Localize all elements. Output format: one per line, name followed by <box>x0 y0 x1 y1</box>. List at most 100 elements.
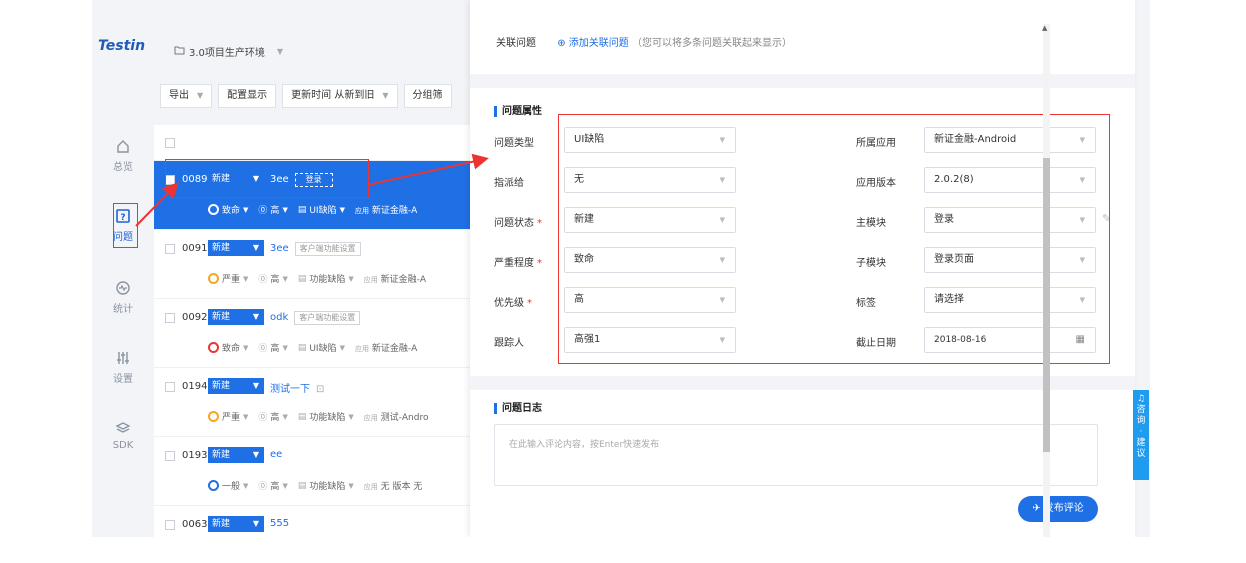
issue-title[interactable]: 测试一下 ⊡ <box>270 380 324 395</box>
issue-id: 0193 <box>182 450 208 461</box>
type-label: UI缺陷 <box>309 206 337 216</box>
status-dropdown[interactable]: 新建 ▼ <box>208 447 264 463</box>
project-name: 3.0项目生产环境 <box>189 48 265 59</box>
status-dropdown[interactable]: 新建 ▼ <box>208 240 264 256</box>
caret-down-icon: ▼ <box>339 205 345 214</box>
home-icon <box>115 138 131 154</box>
caret-down-icon: ▼ <box>252 519 259 528</box>
send-icon: ✈ <box>1032 503 1041 514</box>
issue-id: 0194 <box>182 381 208 392</box>
app-value: 新证金融-A <box>371 206 418 216</box>
table-row[interactable]: 0194 新建 ▼ 测试一下 ⊡ 严重 ▼ ⓪ 高 ▼ ▤ 功能缺陷 ▼ 应用 测试-Andr… <box>154 368 474 437</box>
severity-select[interactable]: 严重 ▼ <box>208 410 248 423</box>
status-label: 新建 <box>212 312 231 322</box>
project-selector[interactable]: 3.0项目生产环境 ▼ <box>174 44 283 59</box>
sidebar-item-overview[interactable]: 总览 <box>92 138 154 173</box>
select-all-checkbox[interactable] <box>165 138 175 148</box>
caret-down-icon: ▼ <box>348 481 354 490</box>
table-row[interactable]: 0193 新建 ▼ ee 一般 ▼ ⓪ 高 ▼ ▤ 功能缺陷 ▼ 应用 无 版本 无 <box>154 437 474 506</box>
sort-select[interactable]: 更新时间 从新到旧 ▼ <box>282 84 398 108</box>
priority-select[interactable]: ⓪ 高 ▼ <box>258 203 287 217</box>
caret-down-icon: ▼ <box>282 343 288 352</box>
issue-title-text: 测试一下 <box>270 384 310 395</box>
table-row[interactable]: 0091 新建 ▼ 3ee 客户端功能设置 严重 ▼ ⓪ 高 ▼ ▤ 功能缺陷 ▼ 应用 新证… <box>154 230 474 299</box>
severity-select[interactable]: 致命 ▼ <box>208 203 248 216</box>
status-label: 新建 <box>212 243 231 253</box>
type-icon: ▤ <box>297 411 307 422</box>
export-button[interactable]: 导出 ▼ <box>160 84 213 108</box>
scrollbar-thumb[interactable] <box>1043 158 1050 452</box>
chevron-down-icon: ▼ <box>382 91 389 100</box>
priority-label: 高 <box>270 275 280 285</box>
annotation-highlight-box <box>558 114 1110 364</box>
status-label: 新建 <box>212 450 231 460</box>
sidebar-item-settings[interactable]: 设置 <box>92 350 154 385</box>
status-dropdown[interactable]: 新建 ▼ <box>208 309 264 325</box>
app-info: 应用 新证金融-A <box>355 341 417 354</box>
severity-select[interactable]: 致命 ▼ <box>208 341 248 354</box>
row-checkbox[interactable] <box>165 244 175 254</box>
status-dropdown[interactable]: 新建 ▼ <box>208 378 264 394</box>
sidebar-item-sdk[interactable]: SDK <box>92 420 154 451</box>
field-label-type: 问题类型 <box>494 134 534 149</box>
priority-icon: ⓪ <box>258 206 268 216</box>
scroll-up-arrow[interactable]: ▲ <box>1042 24 1047 32</box>
module-tag: 客户端功能设置 <box>294 311 361 325</box>
caret-down-icon: ▼ <box>252 450 259 459</box>
image-icon: ⊡ <box>316 384 325 395</box>
caret-down-icon: ▼ <box>348 274 354 283</box>
sidebar: Testin 总览 ? 问题 统计 设置 SDK <box>92 0 154 537</box>
app-label: 应用 <box>354 345 369 353</box>
caret-down-icon: ▼ <box>252 243 259 252</box>
issue-title[interactable]: 555 <box>270 518 289 529</box>
row-checkbox[interactable] <box>165 451 175 461</box>
sort-label: 更新时间 从新到旧 <box>291 90 375 101</box>
issue-title[interactable]: 3ee 客户端功能设置 <box>270 242 361 256</box>
priority-select[interactable]: ⓪ 高 ▼ <box>258 479 287 493</box>
group-filter-button[interactable]: 分组筛 <box>403 84 452 108</box>
priority-icon: ⓪ <box>258 482 268 492</box>
caret-down-icon: ▼ <box>348 412 354 421</box>
app-label: 应用 <box>363 414 378 422</box>
row-checkbox[interactable] <box>165 520 175 530</box>
app-label: 应用 <box>363 276 378 284</box>
comment-input[interactable]: 在此输入评论内容，按Enter快速发布 <box>494 424 1098 486</box>
field-label-tracker: 跟踪人 <box>494 334 524 349</box>
severity-select[interactable]: 严重 ▼ <box>208 272 248 285</box>
type-icon: ▤ <box>297 342 307 353</box>
type-select[interactable]: ▤ 功能缺陷 ▼ <box>297 410 354 424</box>
issue-meta: 一般 ▼ ⓪ 高 ▼ ▤ 功能缺陷 ▼ 应用 无 版本 无 <box>208 479 422 492</box>
consult-feedback-tab[interactable]: ♫ 咨询·建议 <box>1133 390 1149 480</box>
issue-meta: 致命 ▼ ⓪ 高 ▼ ▤ UI缺陷 ▼ 应用 新证金融-A <box>208 203 417 216</box>
priority-select[interactable]: ⓪ 高 ▼ <box>258 272 287 286</box>
table-row[interactable]: 0092 新建 ▼ odk 客户端功能设置 致命 ▼ ⓪ 高 ▼ ▤ UI缺陷 ▼ 应用 新证… <box>154 299 474 368</box>
status-dropdown[interactable]: 新建 ▼ <box>208 516 264 532</box>
type-select[interactable]: ▤ 功能缺陷 ▼ <box>298 479 354 493</box>
row-checkbox[interactable] <box>165 382 175 392</box>
label-text: 指派给 <box>494 178 524 189</box>
app-info: 应用 新证金融-A <box>364 272 426 285</box>
priority-select[interactable]: ⓪ 高 ▼ <box>258 410 287 424</box>
priority-select[interactable]: ⓪ 高 ▼ <box>258 341 288 355</box>
row-checkbox[interactable] <box>165 313 175 323</box>
sidebar-item-label: 设置 <box>113 374 133 385</box>
issue-title[interactable]: odk 客户端功能设置 <box>270 311 361 325</box>
type-select[interactable]: ▤ UI缺陷 ▼ <box>298 203 345 217</box>
export-label: 导出 <box>169 90 189 101</box>
config-display-button[interactable]: 配置显示 <box>218 84 277 108</box>
type-label: 功能缺陷 <box>309 413 346 423</box>
severity-ring-icon <box>208 411 219 422</box>
app-info: 应用 新证金融-A <box>355 203 417 216</box>
module-tag: 客户端功能设置 <box>294 242 361 256</box>
severity-ring-icon <box>208 480 219 491</box>
issue-title[interactable]: ee <box>270 449 282 460</box>
sidebar-item-stats[interactable]: 统计 <box>92 280 154 315</box>
type-select[interactable]: ▤ 功能缺陷 ▼ <box>298 272 354 286</box>
add-related-link[interactable]: ⊕ 添加关联问题 <box>557 38 629 49</box>
publish-comment-button[interactable]: ✈ 发布评论 <box>1018 496 1098 522</box>
table-row[interactable]: 0063 新建 ▼ 555 <box>154 506 474 537</box>
label-text: 跟踪人 <box>494 338 524 349</box>
severity-select[interactable]: 一般 ▼ <box>208 479 248 492</box>
type-select[interactable]: ▤ UI缺陷 ▼ <box>297 341 345 355</box>
brand-logo: Testin <box>98 38 146 54</box>
